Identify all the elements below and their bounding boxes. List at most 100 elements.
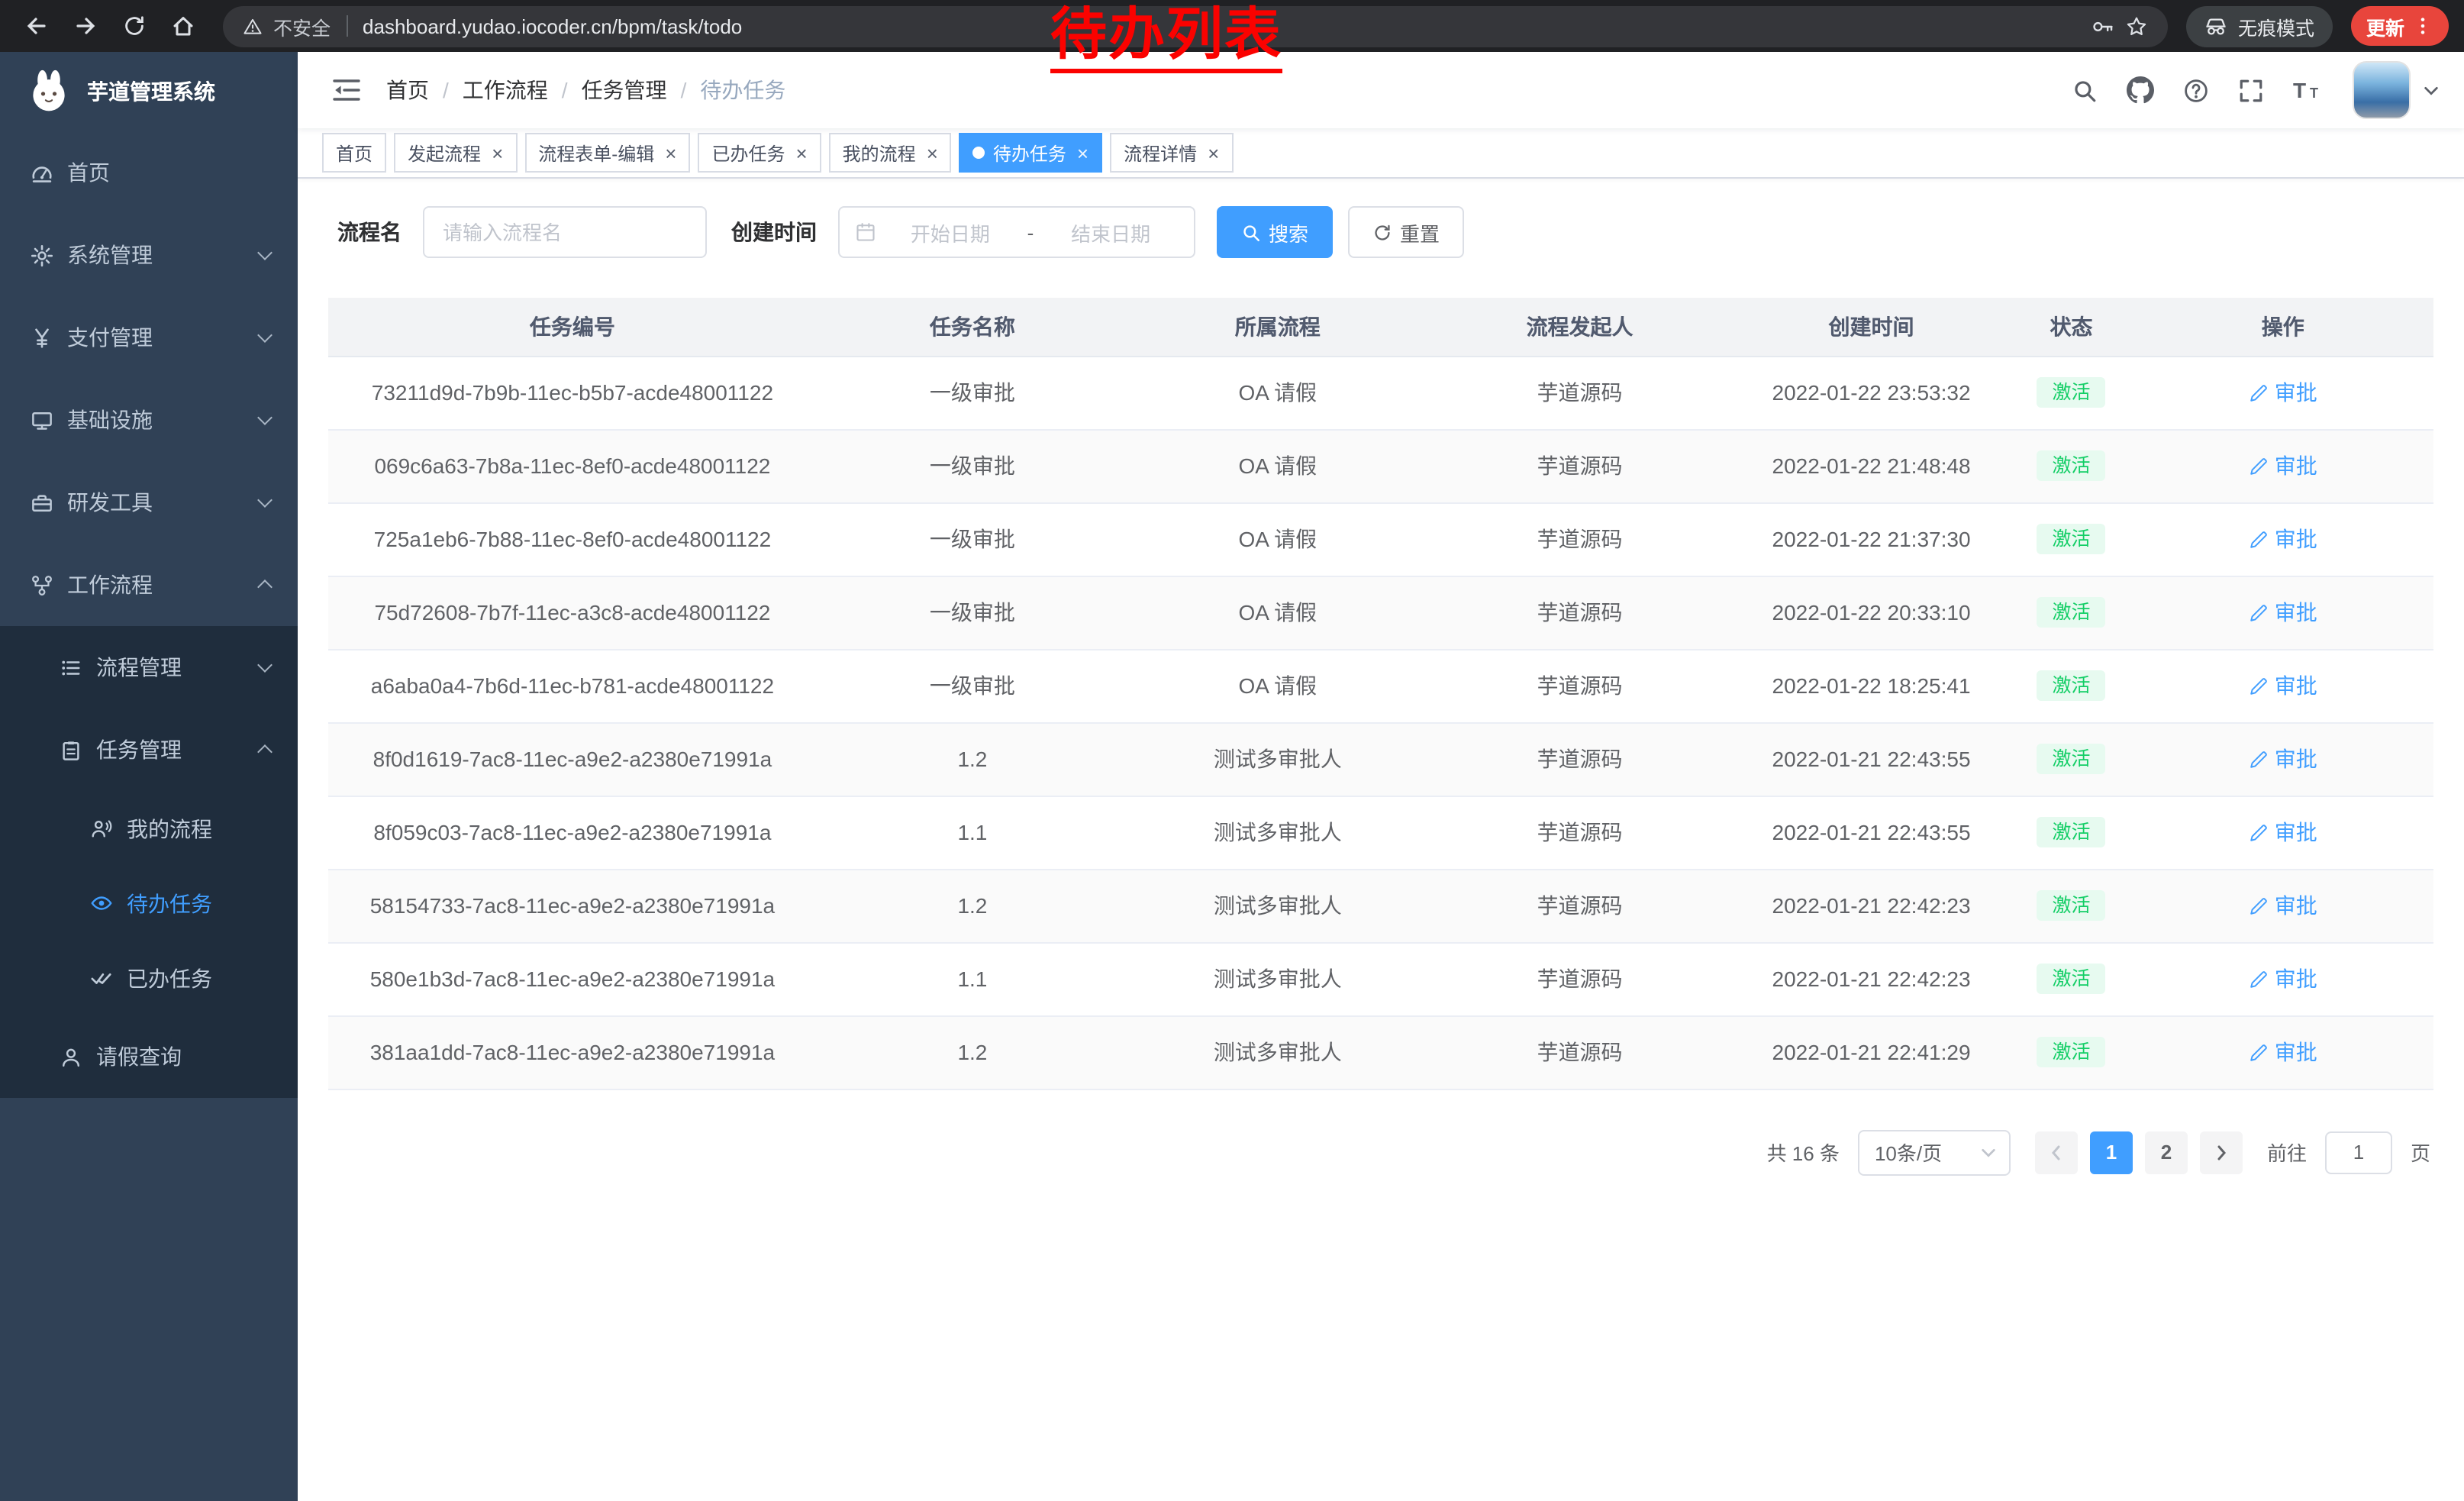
sidebar-menu: 首页系统管理支付管理基础设施研发工具工作流程流程管理任务管理我的流程待办任务已办… — [0, 131, 298, 1098]
browser-back-button[interactable] — [15, 5, 58, 47]
page-button-1[interactable]: 1 — [2090, 1131, 2133, 1173]
approve-label: 审批 — [2275, 450, 2317, 481]
address-divider — [346, 15, 347, 37]
todo-task-table: 任务编号任务名称所属流程流程发起人创建时间状态操作 73211d9d-7b9b-… — [328, 298, 2433, 1089]
status-cell: 激活 — [2011, 576, 2133, 649]
goto-page-input[interactable] — [2325, 1131, 2392, 1173]
sidebar-item-done-task[interactable]: 已办任务 — [0, 941, 298, 1015]
sidebar-item-task-manage[interactable]: 任务管理 — [0, 709, 298, 791]
action-cell: 审批 — [2133, 796, 2434, 869]
breadcrumb-item[interactable]: 工作流程 — [463, 75, 548, 105]
clipboard-icon — [60, 738, 82, 761]
github-button[interactable] — [2127, 76, 2154, 104]
sidebar-item-system-manage[interactable]: 系统管理 — [0, 214, 298, 296]
sidebar-item-my-process[interactable]: 我的流程 — [0, 791, 298, 866]
app-title: 芋道管理系统 — [87, 76, 215, 107]
close-icon[interactable]: × — [795, 143, 807, 163]
approve-link[interactable]: 审批 — [2249, 890, 2317, 921]
close-icon[interactable]: × — [492, 143, 503, 163]
bookmark-star-icon[interactable] — [2125, 15, 2148, 37]
update-label: 更新 — [2366, 11, 2404, 40]
eye-icon — [90, 892, 113, 915]
task-name-cell: 1.2 — [817, 1015, 1128, 1089]
approve-link[interactable]: 审批 — [2249, 817, 2317, 847]
browser-reload-button[interactable] — [113, 5, 156, 47]
page-button-2[interactable]: 2 — [2145, 1131, 2188, 1173]
font-size-button[interactable]: TT — [2293, 78, 2324, 102]
page-size-select[interactable]: 10条/页 — [1858, 1129, 2011, 1175]
browser-home-button[interactable] — [162, 5, 205, 47]
fullscreen-icon — [2238, 77, 2264, 103]
sidebar-item-workflow[interactable]: 工作流程 — [0, 544, 298, 626]
next-page-button[interactable] — [2200, 1131, 2243, 1173]
sidebar-toggle-button[interactable] — [322, 66, 371, 115]
process-cell: 测试多审批人 — [1128, 1015, 1427, 1089]
create-time-range-picker[interactable]: 开始日期 - 结束日期 — [838, 206, 1195, 258]
help-button[interactable] — [2183, 77, 2209, 103]
tab-start-process[interactable]: 发起流程× — [394, 133, 517, 173]
tab-form-edit[interactable]: 流程表单-编辑× — [524, 133, 690, 173]
close-icon[interactable]: × — [1077, 143, 1088, 163]
edit-icon — [2249, 969, 2269, 989]
more-vert-icon[interactable] — [2412, 15, 2433, 37]
tab-todo-task[interactable]: 待办任务× — [959, 133, 1102, 173]
approve-link[interactable]: 审批 — [2249, 524, 2317, 554]
approve-link[interactable]: 审批 — [2249, 744, 2317, 774]
user-avatar-menu[interactable] — [2353, 61, 2440, 119]
address-bar[interactable]: 不安全 dashboard.yudao.iocoder.cn/bpm/task/… — [223, 5, 2168, 47]
tab-process-detail[interactable]: 流程详情× — [1110, 133, 1233, 173]
sidebar-item-label: 请假查询 — [96, 1041, 182, 1072]
fullscreen-button[interactable] — [2238, 77, 2264, 103]
update-button[interactable]: 更新 — [2351, 6, 2449, 46]
approve-link[interactable]: 审批 — [2249, 1037, 2317, 1067]
create-time-cell: 2022-01-22 21:37:30 — [1733, 502, 2011, 576]
refresh-icon — [1372, 222, 1392, 242]
approve-link[interactable]: 审批 — [2249, 450, 2317, 481]
sidebar-item-todo-task[interactable]: 待办任务 — [0, 866, 298, 941]
search-button[interactable] — [2072, 77, 2098, 103]
sidebar-item-home[interactable]: 首页 — [0, 131, 298, 214]
app-logo[interactable]: 芋道管理系统 — [0, 52, 298, 131]
task-name-cell: 1.2 — [817, 722, 1128, 796]
key-icon[interactable] — [2091, 15, 2114, 37]
breadcrumb-item[interactable]: 首页 — [386, 75, 429, 105]
breadcrumb-separator: / — [443, 78, 449, 102]
process-cell: 测试多审批人 — [1128, 869, 1427, 942]
range-separator: - — [1024, 221, 1037, 244]
browser-forward-button[interactable] — [64, 5, 107, 47]
task-name-cell: 1.1 — [817, 942, 1128, 1015]
chevron-right-icon — [2212, 1143, 2230, 1161]
approve-link[interactable]: 审批 — [2249, 964, 2317, 994]
goto-suffix: 页 — [2411, 1138, 2430, 1167]
close-icon[interactable]: × — [1208, 143, 1219, 163]
close-icon[interactable]: × — [665, 143, 676, 163]
home-icon — [171, 14, 195, 38]
pager-buttons: 12 — [2029, 1131, 2249, 1173]
approve-link[interactable]: 审批 — [2249, 670, 2317, 701]
reset-button[interactable]: 重置 — [1348, 206, 1464, 258]
approve-link[interactable]: 审批 — [2249, 597, 2317, 628]
prev-page-button[interactable] — [2035, 1131, 2078, 1173]
sidebar-item-payment-manage[interactable]: 支付管理 — [0, 296, 298, 379]
column-header-1: 任务名称 — [817, 298, 1128, 356]
tab-done-task[interactable]: 已办任务× — [698, 133, 821, 173]
sidebar-item-process-manage[interactable]: 流程管理 — [0, 626, 298, 709]
process-name-input[interactable] — [424, 221, 705, 244]
browser-chrome: 不安全 dashboard.yudao.iocoder.cn/bpm/task/… — [0, 0, 2464, 52]
sidebar-item-label: 任务管理 — [96, 734, 182, 765]
gear-icon — [31, 244, 53, 266]
search-button-filter[interactable]: 搜索 — [1217, 206, 1333, 258]
breadcrumb-item[interactable]: 任务管理 — [582, 75, 667, 105]
sidebar-item-infrastructure[interactable]: 基础设施 — [0, 379, 298, 461]
close-icon[interactable]: × — [927, 143, 938, 163]
initiator-cell: 芋道源码 — [1427, 356, 1733, 429]
search-icon — [1241, 222, 1261, 242]
tab-home[interactable]: 首页 — [322, 133, 386, 173]
breadcrumb-item: 待办任务 — [700, 75, 785, 105]
chevron-down-icon — [256, 330, 272, 345]
sidebar-item-dev-tools[interactable]: 研发工具 — [0, 461, 298, 544]
tab-my-process[interactable]: 我的流程× — [829, 133, 952, 173]
sidebar-item-leave-query[interactable]: 请假查询 — [0, 1015, 298, 1098]
approve-link[interactable]: 审批 — [2249, 377, 2317, 408]
action-cell: 审批 — [2133, 502, 2434, 576]
